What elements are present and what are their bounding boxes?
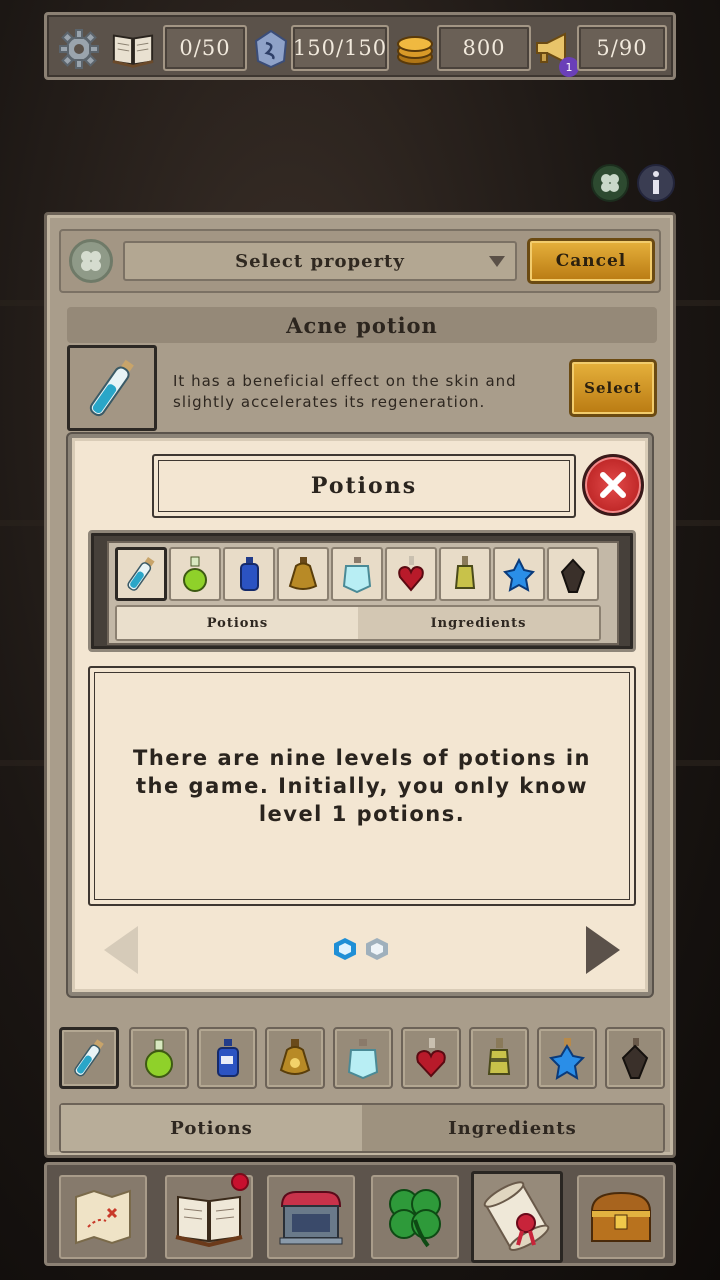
chevron-down-icon xyxy=(489,256,505,267)
property-dropdown[interactable]: Select property xyxy=(123,241,517,281)
bottle-blue-icon xyxy=(217,1039,239,1077)
gold-coins-icon xyxy=(393,27,437,71)
dark-flask-icon xyxy=(560,558,586,593)
heart-flask-red-icon xyxy=(416,1038,446,1078)
preview-tabs: Potions Ingredients xyxy=(115,605,601,641)
nav-shop[interactable] xyxy=(267,1175,355,1259)
gear-icon[interactable] xyxy=(57,27,101,71)
preview-slot xyxy=(547,547,599,601)
chest-icon xyxy=(590,1191,652,1242)
rune-stone-icon xyxy=(249,27,293,71)
shop-icon xyxy=(279,1191,343,1245)
nav-chest[interactable] xyxy=(577,1175,665,1259)
select-button[interactable]: Select xyxy=(569,359,657,417)
preview-slot xyxy=(493,547,545,601)
preview-slot xyxy=(277,547,329,601)
info-button[interactable] xyxy=(637,164,675,202)
potion-slot[interactable] xyxy=(59,1027,119,1089)
ornate-flask-yellow-icon xyxy=(454,556,476,589)
potion-slot[interactable] xyxy=(469,1027,529,1089)
preview-frame: Potions Ingredients xyxy=(107,541,619,645)
page-indicator xyxy=(366,938,388,960)
preview-slot xyxy=(385,547,437,601)
megaphone-icon[interactable]: 1 xyxy=(531,27,579,77)
nav-clover[interactable] xyxy=(371,1175,459,1259)
next-page-arrow-icon[interactable] xyxy=(586,926,620,974)
info-icon xyxy=(653,171,659,194)
preview-slot xyxy=(439,547,491,601)
flask-green-icon xyxy=(183,556,207,592)
heart-flask-red-icon xyxy=(398,556,424,592)
energy-counter: 0/50 xyxy=(163,25,247,71)
potion-slot[interactable] xyxy=(401,1027,461,1089)
potion-slot[interactable] xyxy=(197,1027,257,1089)
potion-slot[interactable] xyxy=(537,1027,597,1089)
nav-map[interactable] xyxy=(59,1175,147,1259)
clover-icon xyxy=(389,1189,441,1248)
tutorial-preview: Potions Ingredients xyxy=(88,530,636,652)
bottle-blue-icon xyxy=(240,557,259,591)
cancel-button[interactable]: Cancel xyxy=(527,238,655,284)
flask-green-icon xyxy=(145,1039,173,1078)
prev-page-arrow-icon[interactable] xyxy=(104,926,138,974)
potions-info-modal: Potions Potions Ingredients There are ni… xyxy=(68,434,652,996)
modal-body-text: There are nine levels of potions in the … xyxy=(88,666,636,906)
potion-slot[interactable] xyxy=(129,1027,189,1089)
potion-description: It has a beneficial effect on the skin a… xyxy=(173,372,517,411)
flask-gold-icon xyxy=(288,557,318,590)
vial-blue-icon xyxy=(74,1039,104,1077)
dropdown-label: Select property xyxy=(235,250,405,272)
star-flask-blue-icon xyxy=(503,557,535,592)
tab-potions[interactable]: Potions xyxy=(61,1105,362,1151)
quest-badge: 1 xyxy=(559,57,579,77)
preview-tab-potions: Potions xyxy=(117,607,358,639)
reset-button[interactable] xyxy=(69,239,113,283)
coins-counter: 800 xyxy=(437,25,531,71)
vial-blue-icon xyxy=(127,556,155,591)
crystal-flask-icon xyxy=(342,557,372,594)
preview-slot xyxy=(169,547,221,601)
potion-thumbnail xyxy=(67,345,157,431)
notification-dot xyxy=(231,1173,249,1191)
clover-button[interactable] xyxy=(591,164,629,202)
map-icon xyxy=(75,1189,131,1245)
close-button[interactable] xyxy=(582,454,644,516)
preview-tab-ingredients: Ingredients xyxy=(358,607,599,639)
quests-counter: 5/90 xyxy=(577,25,667,71)
close-icon xyxy=(600,472,626,498)
scroll-icon xyxy=(483,1181,550,1251)
book-icon xyxy=(175,1195,243,1247)
nav-scroll[interactable] xyxy=(471,1171,563,1263)
clover-icon xyxy=(81,251,101,271)
dark-flask-icon xyxy=(621,1038,649,1079)
preview-slot xyxy=(223,547,275,601)
star-flask-blue-icon xyxy=(548,1038,586,1080)
potion-slot[interactable] xyxy=(333,1027,393,1089)
panel-tabs: Potions Ingredients xyxy=(59,1103,665,1153)
nav-book[interactable] xyxy=(165,1173,253,1259)
preview-slot xyxy=(331,547,383,601)
resource-bar: 0/50 150/150 800 1 5/90 xyxy=(44,12,676,80)
potion-slot[interactable] xyxy=(265,1027,325,1089)
bottom-nav xyxy=(44,1162,676,1266)
preview-slot xyxy=(115,547,167,601)
potion-slot[interactable] xyxy=(605,1027,665,1089)
modal-title: Potions xyxy=(152,454,576,518)
property-select-row: Select property Cancel xyxy=(59,229,661,293)
clover-icon xyxy=(601,174,619,192)
vial-blue-icon xyxy=(89,359,134,417)
mana-counter: 150/150 xyxy=(291,25,389,71)
crystal-flask-icon xyxy=(347,1039,379,1080)
page-indicator-active xyxy=(334,938,356,960)
recipe-book-icon[interactable] xyxy=(111,27,155,71)
tab-ingredients[interactable]: Ingredients xyxy=(362,1105,663,1151)
flask-gold-icon xyxy=(279,1039,311,1075)
potion-name: Acne potion xyxy=(67,307,657,343)
ornate-flask-yellow-icon xyxy=(487,1038,511,1075)
